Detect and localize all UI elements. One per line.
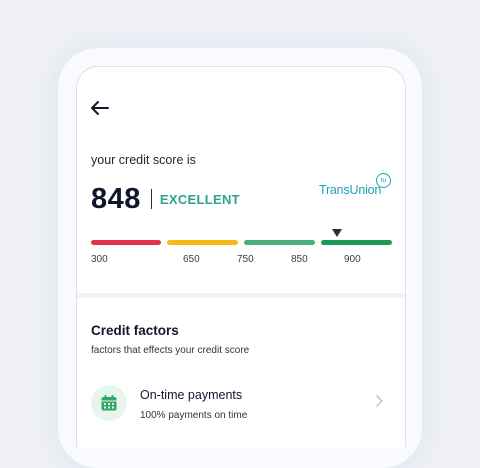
credit-score-value: 848: [91, 182, 141, 215]
transunion-logo: TransUnion tu: [319, 173, 393, 201]
scale-tick: 900: [344, 254, 361, 265]
factor-item-on-time-payments[interactable]: On-time payments 100% payments on time: [77, 377, 405, 437]
scale-tick: 850: [291, 254, 308, 265]
factor-title: On-time payments: [140, 388, 243, 402]
scale-tick: 650: [183, 254, 200, 265]
credit-score-screen: your credit score is 848 EXCELLENT Trans…: [76, 66, 406, 447]
scale-tick: 750: [237, 254, 254, 265]
range-bar-poor: [91, 240, 161, 245]
score-marker-icon: [332, 229, 342, 237]
range-bar-fair: [167, 240, 238, 245]
score-rating: EXCELLENT: [159, 191, 240, 207]
factor-subtitle: 100% payments on time: [140, 410, 248, 421]
range-bar-excellent: [321, 240, 392, 245]
back-button[interactable]: [91, 101, 113, 121]
chevron-right-icon: [376, 395, 383, 407]
scale-tick: 300: [91, 254, 108, 265]
score-divider: [150, 189, 152, 209]
bureau-badge: tu: [376, 173, 391, 188]
section-divider: [77, 293, 405, 298]
score-row: 848 EXCELLENT: [91, 179, 240, 219]
credit-factors-subtitle: factors that effects your credit score: [91, 345, 250, 356]
range-bar-good: [244, 240, 315, 245]
calendar-icon: [91, 385, 127, 421]
score-label: your credit score is: [91, 153, 196, 167]
credit-factors-title: Credit factors: [91, 323, 179, 338]
arrow-left-icon: [91, 101, 109, 115]
bureau-name: TransUnion: [319, 183, 382, 197]
